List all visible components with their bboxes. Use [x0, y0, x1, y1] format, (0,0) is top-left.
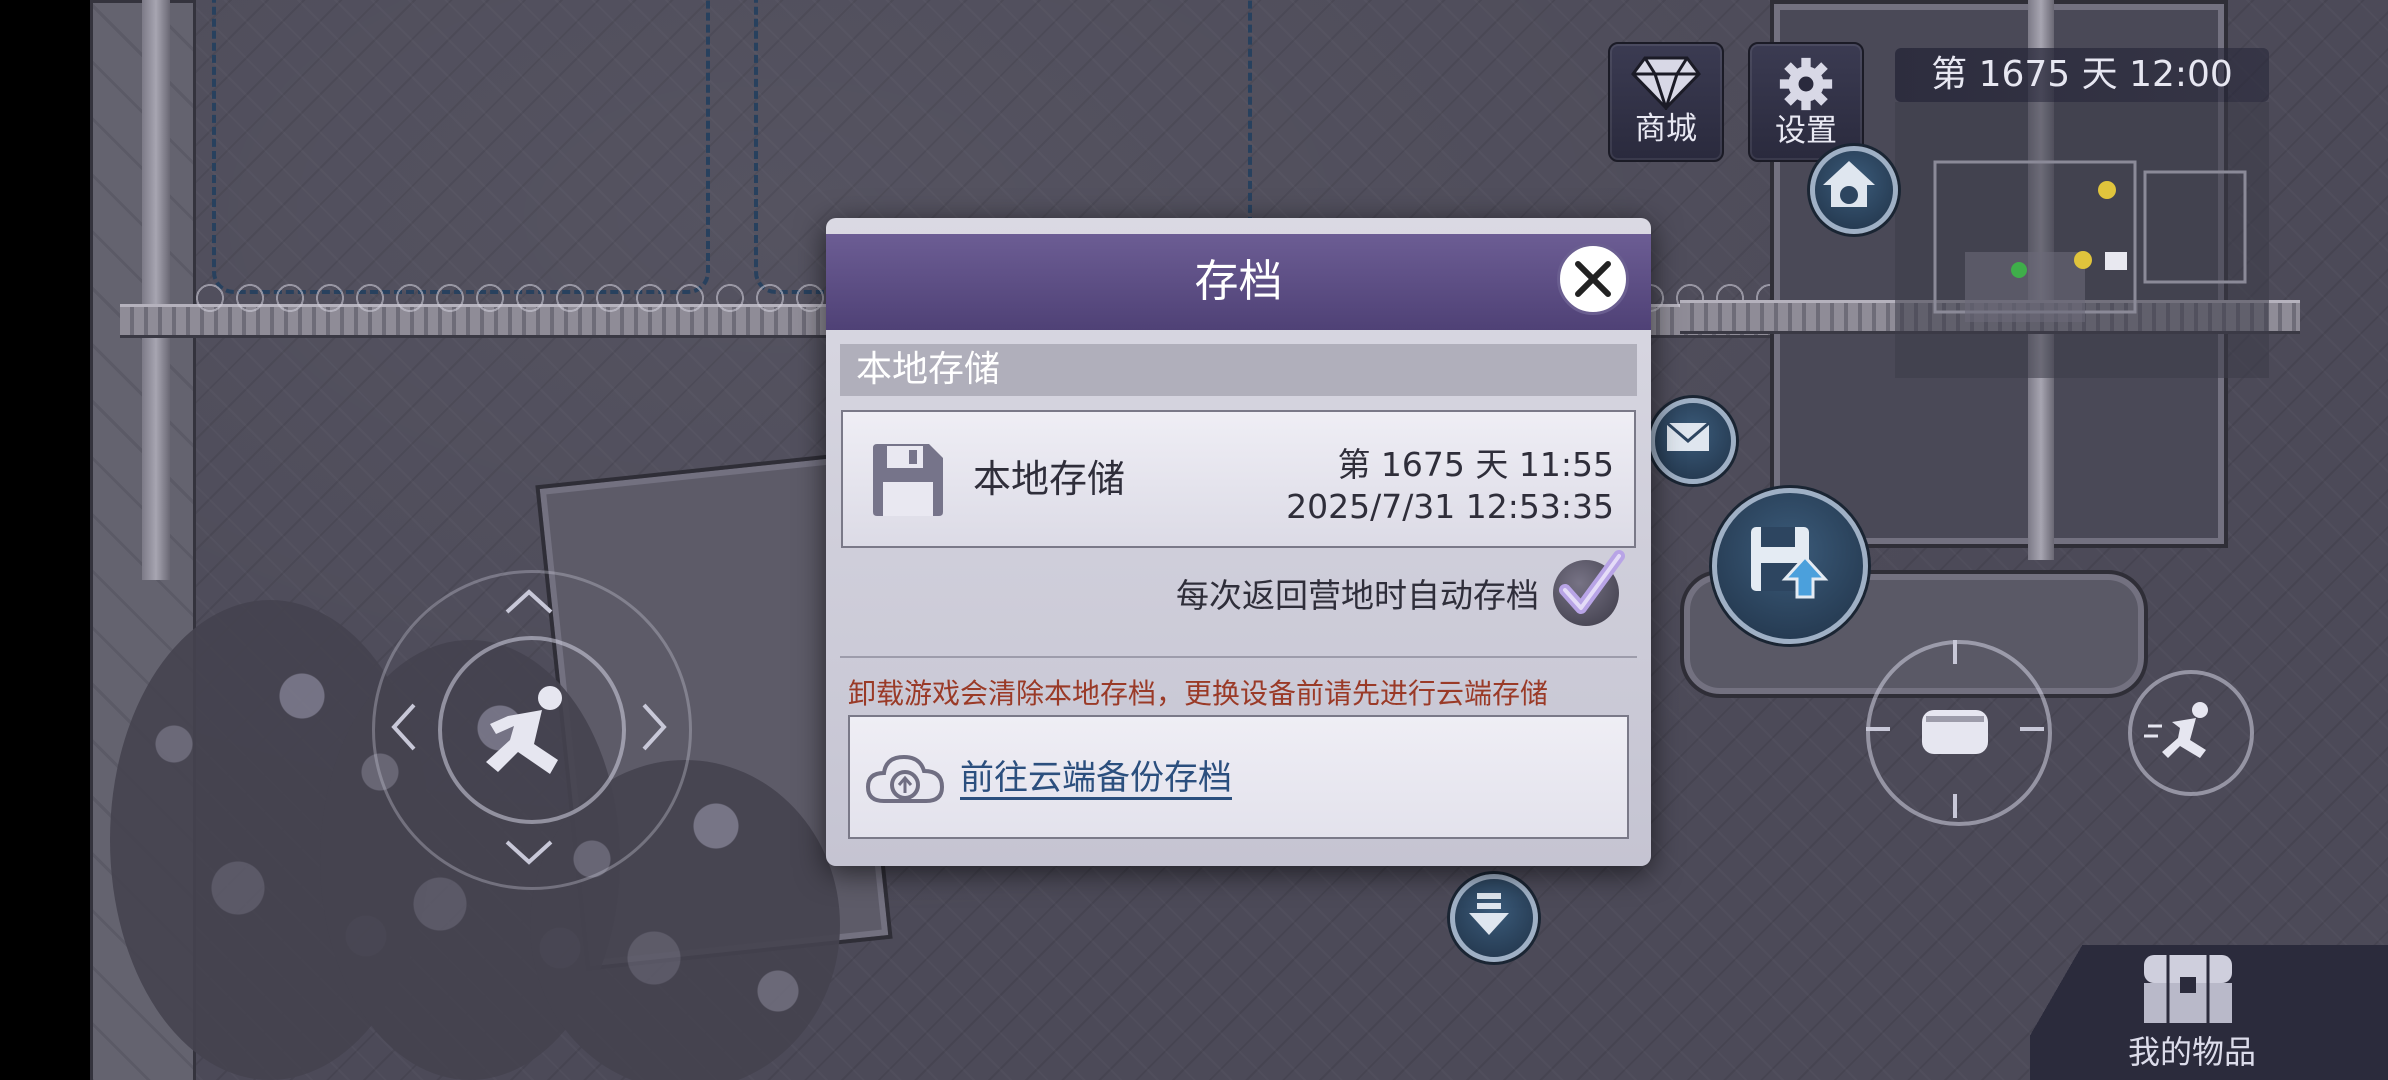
close-icon: [1575, 261, 1611, 297]
gear-icon: [1779, 57, 1833, 111]
settings-button[interactable]: 设置: [1748, 42, 1864, 162]
save-dialog: 存档 本地存储 本地存储 第 1675 天 11:55 2025/7/31 12…: [826, 218, 1651, 866]
inventory-button[interactable]: 我的物品: [2030, 945, 2388, 1080]
cloud-backup-link[interactable]: 前往云端备份存档: [960, 717, 1232, 839]
dog-house-icon: [1823, 161, 1875, 207]
arrow-down-icon: [1469, 893, 1509, 935]
section-label: 本地存储: [840, 344, 1637, 396]
dialog-header: 存档: [826, 234, 1651, 330]
close-button[interactable]: [1557, 243, 1629, 315]
day-clock: 第 1675 天 12:00: [1895, 48, 2269, 102]
divider: [840, 656, 1637, 658]
checkmark-icon: [1559, 550, 1625, 614]
slot-name: 本地存储: [973, 457, 1126, 501]
auto-save-label: 每次返回营地时自动存档: [1176, 576, 1539, 615]
dialog-title: 存档: [1194, 256, 1283, 307]
cloud-backup-box[interactable]: 前往云端备份存档: [848, 715, 1629, 839]
dog-house-button[interactable]: [1810, 146, 1898, 234]
fist-icon: [1866, 640, 2044, 818]
quick-save-button[interactable]: [1712, 488, 1868, 644]
sprint-button[interactable]: [2128, 670, 2254, 796]
shop-label: 商城: [1635, 111, 1697, 147]
running-man-icon: [2144, 702, 2208, 758]
save-upload-icon: [1751, 527, 1829, 599]
cloud-upload-icon: [865, 754, 945, 803]
settings-label: 设置: [1775, 113, 1837, 149]
pipe-left: [142, 0, 170, 580]
mail-icon: [1666, 421, 1710, 451]
expand-down-button[interactable]: [1450, 874, 1538, 962]
slot-timestamp: 2025/7/31 12:53:35: [1286, 487, 1614, 526]
parking-lot-1: [212, 0, 710, 294]
minimap-drawing: [1933, 160, 2247, 322]
chest-icon: [2144, 955, 2232, 1023]
slot-day-time: 第 1675 天 11:55: [1337, 445, 1614, 484]
shop-button[interactable]: 商城: [1608, 42, 1724, 162]
attack-button[interactable]: [1866, 640, 2052, 826]
minimap[interactable]: [1895, 102, 2269, 378]
inventory-label: 我的物品: [2128, 1033, 2257, 1071]
joystick-arrows: [391, 589, 667, 865]
auto-save-checkbox[interactable]: [1553, 550, 1625, 626]
auto-save-option[interactable]: 每次返回营地时自动存档: [1176, 550, 1625, 628]
diamond-icon: [1631, 56, 1701, 110]
mail-button[interactable]: [1650, 398, 1736, 484]
warning-text: 卸载游戏会清除本地存档，更换设备前请先进行云端存储: [848, 677, 1549, 710]
floppy-disk-icon: [873, 444, 943, 516]
local-save-slot[interactable]: 本地存储 第 1675 天 11:55 2025/7/31 12:53:35: [841, 410, 1636, 548]
